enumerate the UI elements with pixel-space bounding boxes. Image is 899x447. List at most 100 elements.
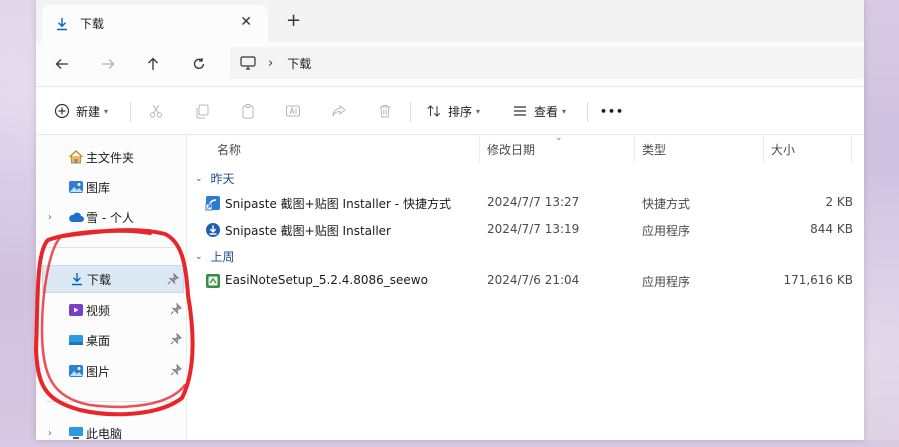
onedrive-cloud-icon [68, 209, 84, 225]
pin-icon[interactable] [170, 302, 182, 318]
file-list: 名称 ⌄ 修改日期 类型 大小 ⌄ 昨天 Snipaste 截图+贴图 Inst… [187, 133, 864, 440]
group-label: 昨天 [210, 172, 235, 186]
share-icon [332, 104, 346, 117]
column-header-size[interactable]: 大小 [771, 141, 795, 158]
file-row[interactable]: Snipaste 截图+贴图 Installer - 快捷方式 2024/7/7… [197, 190, 857, 216]
file-date: 2024/7/7 13:19 [487, 222, 580, 236]
column-header-row: 名称 ⌄ 修改日期 类型 大小 [187, 133, 864, 163]
close-tab-icon[interactable]: ✕ [240, 14, 252, 30]
pin-icon[interactable] [170, 363, 182, 379]
trash-icon [379, 105, 391, 118]
more-icon: ••• [600, 104, 625, 118]
sidebar-item-pictures[interactable]: 图片 [36, 357, 186, 385]
video-icon [68, 302, 84, 318]
new-button[interactable]: 新建 ▾ [54, 97, 108, 125]
column-header-name[interactable]: 名称 [217, 141, 241, 158]
pin-icon[interactable] [170, 332, 182, 348]
sidebar-item-home[interactable]: 主文件夹 [36, 143, 186, 171]
column-divider[interactable] [479, 135, 480, 163]
sort-button[interactable]: 排序 ▾ [426, 97, 480, 125]
sidebar-item-label: 下载 [87, 272, 112, 287]
delete-button[interactable] [377, 97, 393, 125]
file-size: 844 KB [810, 222, 853, 236]
setup-app-icon [205, 273, 221, 289]
download-icon [69, 271, 85, 287]
shortcut-icon [205, 195, 221, 211]
forward-button[interactable] [94, 50, 122, 78]
new-tab-button[interactable]: + [286, 10, 301, 31]
breadcrumb-downloads[interactable]: 下载 [287, 55, 311, 72]
chevron-down-icon: ▾ [476, 106, 481, 116]
group-header-last-week[interactable]: ⌄ 上周 [195, 248, 235, 265]
chevron-down-icon: ⌄ [195, 173, 203, 184]
divider [410, 102, 411, 122]
tab-downloads[interactable]: 下载 ✕ [42, 5, 268, 42]
pictures-icon [68, 363, 84, 379]
arrow-right-icon [102, 59, 115, 69]
column-divider[interactable] [634, 135, 635, 163]
sidebar-item-label: 雪 - 个人 [86, 210, 134, 225]
sidebar-item-label: 图库 [86, 180, 111, 195]
sidebar-item-videos[interactable]: 视频 [36, 296, 186, 324]
clipboard-icon [242, 104, 254, 119]
navigation-bar: › 下载 [36, 42, 864, 87]
rename-button[interactable] [285, 97, 301, 125]
monitor-icon [240, 56, 256, 70]
sidebar-item-this-pc[interactable]: › 此电脑 [36, 419, 186, 447]
cut-button[interactable] [148, 97, 164, 125]
copy-button[interactable] [194, 97, 210, 125]
view-button[interactable]: 查看 ▾ [512, 97, 566, 125]
divider [587, 102, 588, 122]
chevron-right-icon[interactable]: › [48, 428, 52, 439]
address-bar[interactable]: › 下载 [230, 47, 864, 79]
column-divider[interactable] [763, 135, 764, 163]
home-icon [68, 149, 84, 165]
sidebar-item-label: 此电脑 [86, 426, 123, 441]
group-header-yesterday[interactable]: ⌄ 昨天 [195, 170, 235, 187]
this-pc-icon [68, 425, 84, 441]
share-button[interactable] [331, 97, 347, 125]
rename-icon [286, 105, 300, 117]
divider [46, 401, 176, 402]
file-row[interactable]: EasiNoteSetup_5.2.4.8086_seewo 2024/7/6 … [197, 268, 857, 294]
sidebar-item-label: 图片 [86, 364, 111, 379]
arrow-left-icon [55, 59, 68, 69]
sidebar-item-onedrive[interactable]: › 雪 - 个人 [36, 203, 186, 231]
file-row[interactable]: Snipaste 截图+贴图 Installer 2024/7/7 13:19 … [197, 217, 857, 243]
sort-label: 排序 [448, 104, 473, 119]
more-options-button[interactable]: ••• [600, 97, 624, 125]
chevron-right-icon[interactable]: › [48, 212, 52, 223]
sidebar-item-downloads[interactable]: 下载 [42, 265, 184, 293]
arrow-up-icon [148, 57, 158, 70]
group-label: 上周 [210, 250, 235, 264]
sidebar-item-label: 主文件夹 [86, 150, 135, 165]
paste-button[interactable] [240, 97, 256, 125]
up-button[interactable] [139, 50, 167, 78]
column-divider[interactable] [851, 135, 852, 163]
sidebar-item-label: 视频 [86, 303, 111, 318]
file-date: 2024/7/6 21:04 [487, 273, 580, 287]
back-button[interactable] [48, 50, 76, 78]
sort-indicator-icon: ⌄ [555, 133, 563, 143]
column-header-type[interactable]: 类型 [642, 141, 666, 158]
refresh-button[interactable] [185, 50, 213, 78]
file-explorer-window: 下载 ✕ + › 下载 新建 ▾ 排序 ▾ 查看 ▾ ••• 主文件夹 图库 ›… [36, 0, 864, 441]
column-header-date[interactable]: 修改日期 [487, 141, 535, 158]
sidebar-item-gallery[interactable]: 图库 [36, 173, 186, 201]
download-icon [54, 16, 70, 32]
refresh-icon [193, 58, 205, 69]
command-bar: 新建 ▾ 排序 ▾ 查看 ▾ ••• [36, 88, 864, 135]
file-type: 应用程序 [642, 224, 691, 238]
desktop-icon [68, 332, 84, 348]
file-type: 快捷方式 [642, 197, 691, 211]
chevron-down-icon: ⌄ [195, 251, 203, 262]
sort-icon [427, 105, 441, 117]
file-size: 171,616 KB [783, 273, 853, 287]
divider [130, 102, 131, 122]
pin-icon[interactable] [167, 272, 179, 288]
chevron-down-icon: ▾ [104, 106, 109, 116]
sidebar-item-desktop[interactable]: 桌面 [36, 326, 186, 354]
file-name: Snipaste 截图+贴图 Installer [225, 224, 391, 238]
view-list-icon [514, 106, 526, 116]
file-name: EasiNoteSetup_5.2.4.8086_seewo [225, 273, 428, 287]
